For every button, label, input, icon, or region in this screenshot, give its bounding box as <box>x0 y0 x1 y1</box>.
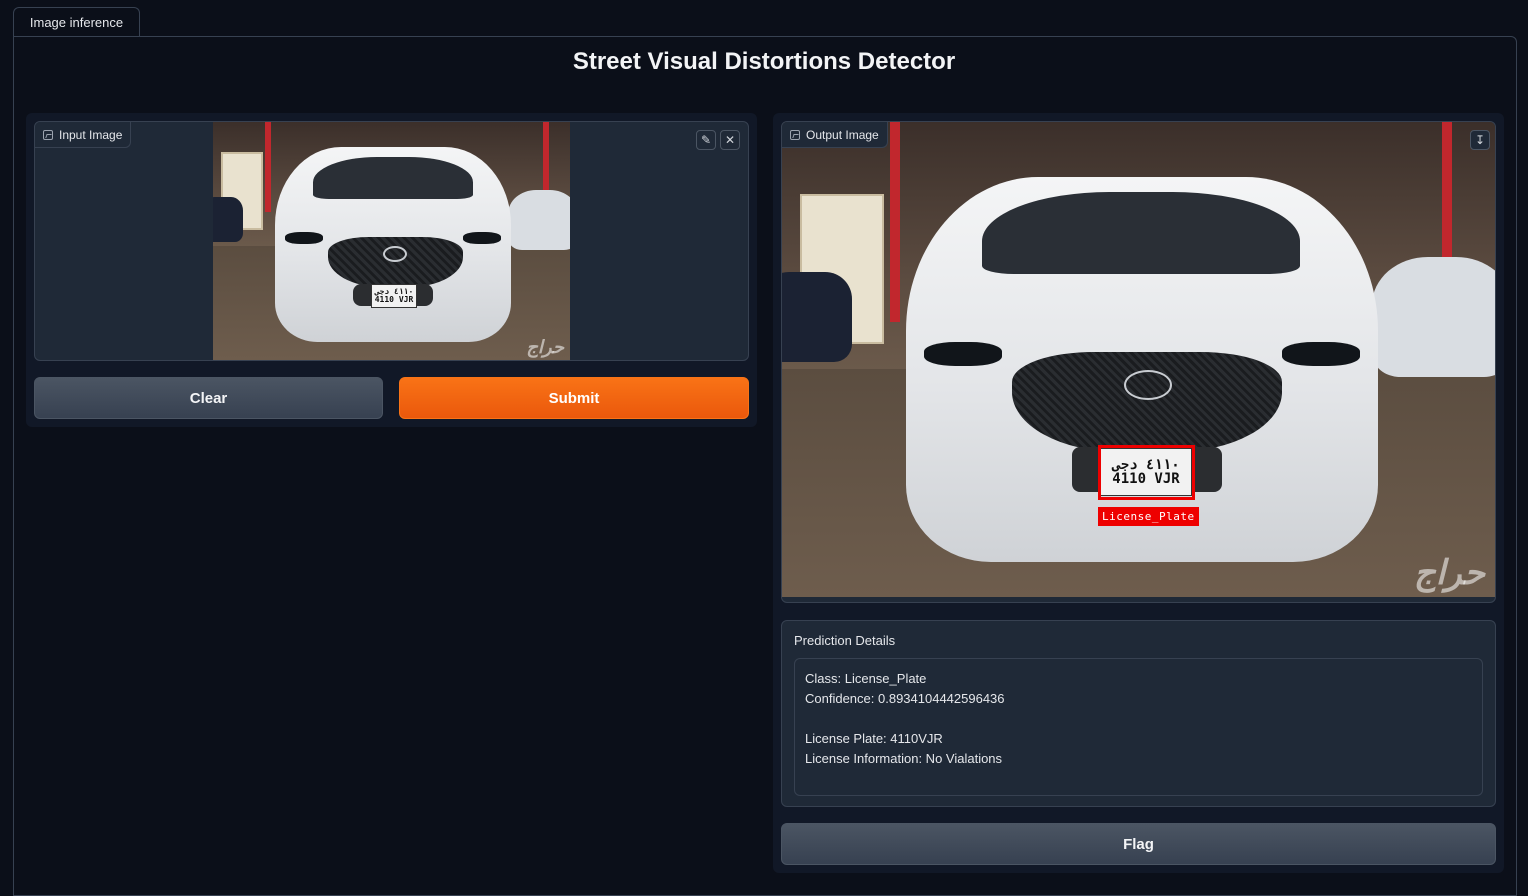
page-title: Street Visual Distortions Detector <box>572 48 956 75</box>
input-image-panel[interactable]: Input Image ✎ ✕ ٤١١٠ دجى 4110 VJR حراج <box>34 121 749 361</box>
detection-label: License_Plate <box>1098 507 1199 526</box>
output-photo: ٤١١٠ دجى 4110 VJR License_Plate حراج <box>782 122 1495 597</box>
download-icon[interactable]: ↧ <box>1470 130 1490 150</box>
flag-button[interactable]: Flag <box>781 823 1496 865</box>
image-icon <box>43 129 53 140</box>
output-image-label: Output Image <box>782 122 888 148</box>
input-watermark: حراج <box>526 337 564 357</box>
input-license-plate: ٤١١٠ دجى 4110 VJR <box>371 284 417 308</box>
input-image-label: Input Image <box>35 122 132 148</box>
submit-button[interactable]: Submit <box>399 377 749 419</box>
detection-bounding-box <box>1098 445 1195 500</box>
input-image-label-text: Input Image <box>59 127 123 142</box>
close-icon[interactable]: ✕ <box>720 130 740 150</box>
output-image-label-text: Output Image <box>806 127 879 142</box>
tab-image-inference[interactable]: Image inference <box>13 7 140 37</box>
output-watermark: حراج <box>1413 554 1485 592</box>
image-icon <box>790 129 800 140</box>
pencil-icon[interactable]: ✎ <box>696 130 716 150</box>
prediction-details-textbox[interactable]: Class: License_Plate Confidence: 0.89341… <box>794 658 1483 796</box>
prediction-details-label: Prediction Details <box>794 633 896 648</box>
clear-button[interactable]: Clear <box>34 377 383 419</box>
prediction-details-panel: Prediction Details Class: License_Plate … <box>781 620 1496 807</box>
output-image-panel: Output Image ↧ ٤١١٠ دجى 4110 VJR License… <box>781 121 1496 603</box>
input-photo: ٤١١٠ دجى 4110 VJR حراج <box>213 122 570 360</box>
